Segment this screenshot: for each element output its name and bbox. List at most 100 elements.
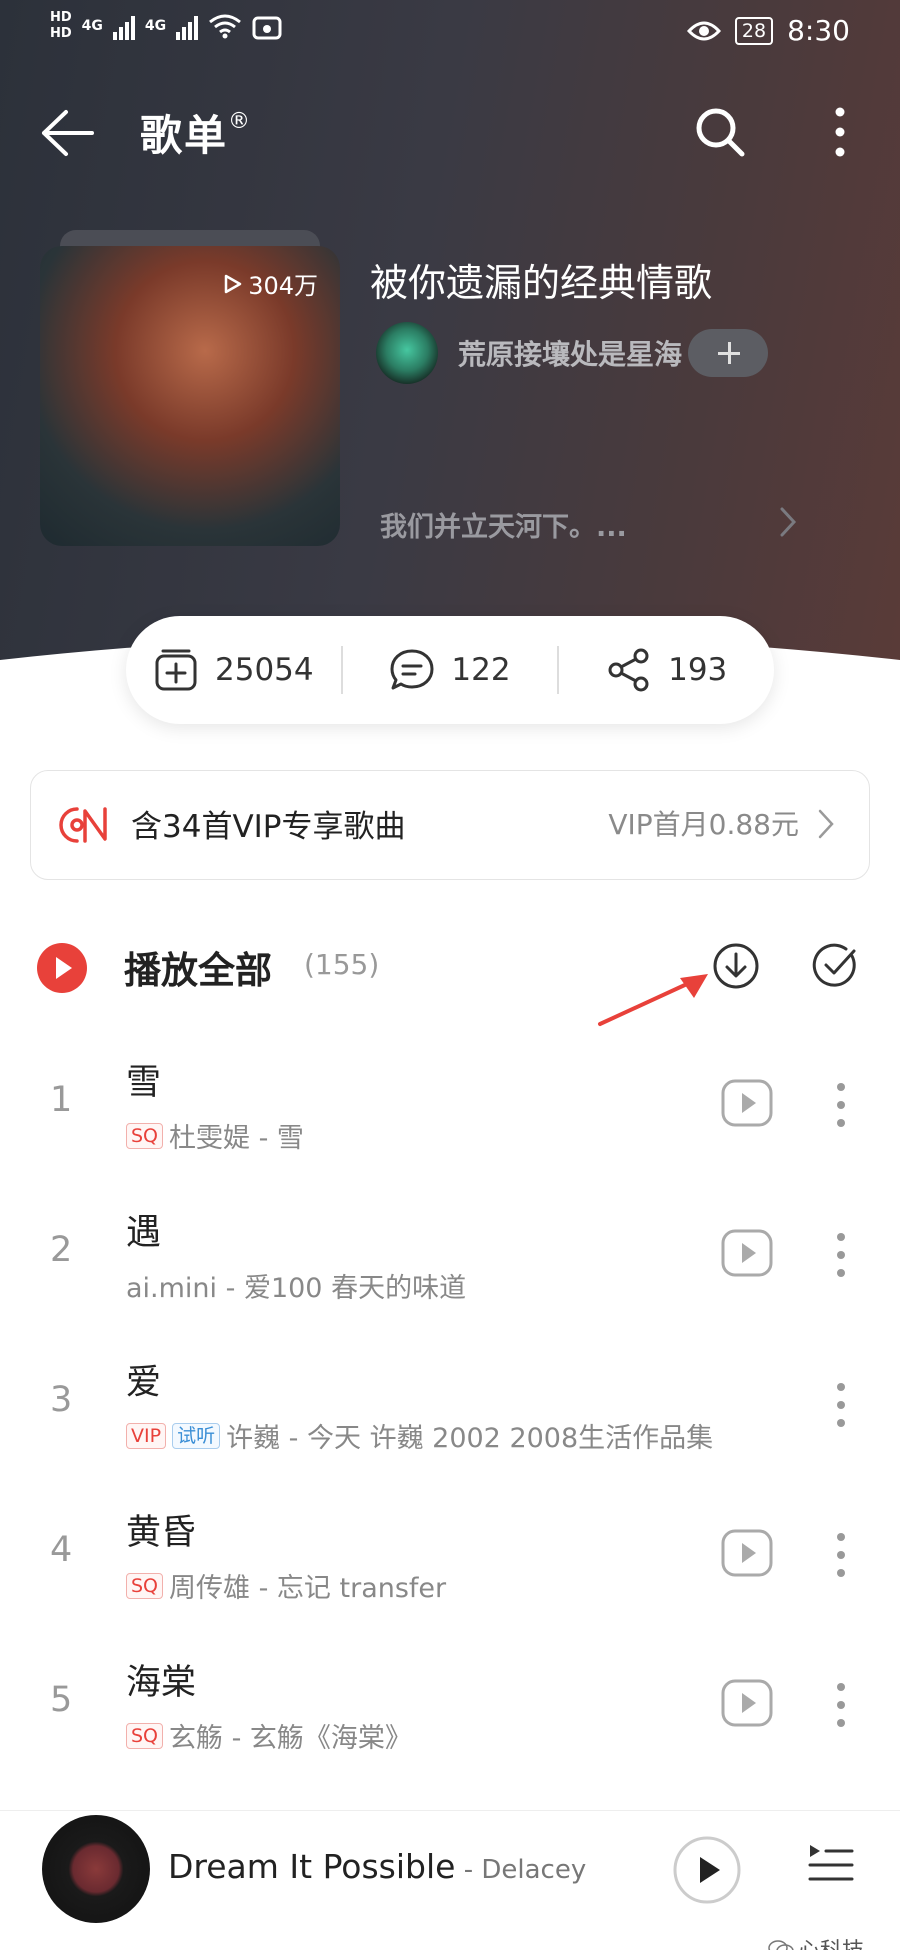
now-playing-title: Dream It Possible (168, 1847, 456, 1886)
song-title: 海棠 (126, 1663, 197, 1703)
comment-icon (390, 649, 434, 690)
more-options-icon[interactable] (820, 104, 860, 160)
mini-player[interactable]: Dream It Possible - Delacey 心科技 (0, 1810, 900, 1950)
song-title: 爱 (126, 1363, 162, 1403)
song-artist-album: 许巍 - 今天 许巍 2002 2008生活作品集 (226, 1423, 714, 1454)
song-artist-album: 杜雯媞 - 雪 (169, 1123, 304, 1154)
play-count: 304万 (224, 266, 318, 301)
battery-indicator: 28 (734, 16, 774, 45)
network-type-2: 4G (144, 18, 167, 34)
page-title: 歌单® (140, 109, 253, 160)
play-count-value: 304万 (248, 272, 318, 300)
watermark: 心科技 (768, 1933, 864, 1950)
song-row[interactable]: 4 黄昏 SQ 周传雄 - 忘记 transfer (0, 1480, 900, 1630)
song-count: (155) (304, 948, 380, 981)
song-meta: ai.mini - 爱100 春天的味道 (126, 1266, 466, 1305)
song-row[interactable]: 2 遇 ai.mini - 爱100 春天的味道 (0, 1180, 900, 1330)
follow-button[interactable] (688, 329, 769, 377)
collect-count: 25054 (215, 652, 314, 688)
vip-badge: VIP (126, 1422, 167, 1449)
search-icon[interactable] (692, 104, 748, 160)
mv-play-icon[interactable] (720, 1678, 774, 1728)
share-icon (608, 648, 649, 692)
trial-badge: 试听 (172, 1422, 221, 1449)
clock: 8:30 (787, 14, 850, 47)
status-bar-right: 28 8:30 (686, 14, 850, 47)
play-all-button[interactable]: 播放全部 (124, 940, 272, 994)
multi-select-icon[interactable] (812, 942, 860, 990)
title-bar: 歌单® (0, 90, 900, 170)
vip-price: VIP首月0.88元 (608, 808, 799, 841)
sq-badge: SQ (126, 1122, 164, 1149)
now-playing-disc[interactable] (42, 1815, 150, 1923)
creator-name[interactable]: 荒原接壤处是星海 (458, 333, 682, 373)
song-title: 遇 (126, 1213, 162, 1253)
song-index: 4 (50, 1530, 73, 1570)
wifi-icon (209, 14, 242, 39)
song-index: 5 (50, 1680, 73, 1720)
song-title: 雪 (126, 1063, 162, 1103)
comments-button[interactable]: 122 (343, 616, 558, 724)
song-artist-album: ai.mini - 爱100 春天的味道 (126, 1273, 467, 1304)
eye-comfort-icon (686, 21, 721, 40)
creator-row[interactable]: 荒原接壤处是星海 (376, 322, 769, 384)
stats-bar: 25054 122 193 (126, 616, 774, 724)
song-artist-album: 玄觞 - 玄觞《海棠》 (169, 1723, 412, 1754)
download-icon[interactable] (712, 942, 760, 990)
play-button-icon[interactable] (672, 1835, 742, 1905)
mv-play-icon[interactable] (720, 1228, 774, 1278)
signal-icon-2 (176, 12, 199, 40)
song-index: 2 (50, 1230, 73, 1270)
add-to-favorites-icon (155, 649, 197, 691)
vip-banner-text: 含34首VIP专享歌曲 (131, 809, 406, 845)
song-more-icon[interactable] (826, 1228, 856, 1282)
now-playing-info[interactable]: Dream It Possible - Delacey (168, 1847, 586, 1886)
song-index: 3 (50, 1380, 73, 1420)
play-all-icon[interactable] (36, 942, 88, 994)
back-arrow-icon[interactable] (40, 108, 96, 158)
song-row[interactable]: 3 爱 VIP 试听 许巍 - 今天 许巍 2002 2008生活作品集 (0, 1330, 900, 1480)
song-artist-album: 周传雄 - 忘记 transfer (169, 1573, 447, 1604)
song-more-icon[interactable] (826, 1378, 856, 1432)
chevron-right-icon[interactable] (778, 505, 798, 539)
sq-badge: SQ (126, 1572, 164, 1599)
song-more-icon[interactable] (826, 1078, 856, 1132)
playlist-cover[interactable]: 304万 (40, 230, 340, 550)
song-meta: VIP 试听 许巍 - 今天 许巍 2002 2008生活作品集 (126, 1416, 713, 1455)
sq-badge: SQ (126, 1722, 164, 1749)
playlist-name: 被你遗漏的经典情歌 (370, 261, 713, 305)
play-outline-icon (224, 274, 242, 293)
vip-banner[interactable]: 含34首VIP专享歌曲 VIP首月0.88元 (30, 770, 870, 880)
creator-avatar[interactable] (376, 322, 438, 384)
song-meta: SQ 玄觞 - 玄觞《海棠》 (126, 1716, 412, 1755)
vip-logo-icon (59, 807, 107, 843)
comment-count: 122 (451, 652, 511, 688)
song-row[interactable]: 1 雪 SQ 杜雯媞 - 雪 (0, 1030, 900, 1180)
song-title: 黄昏 (126, 1513, 197, 1553)
playlist-queue-icon[interactable] (806, 1841, 854, 1889)
cover-image: 304万 (40, 246, 340, 546)
hd-indicator: HD HD (50, 10, 72, 41)
song-meta: SQ 周传雄 - 忘记 transfer (126, 1566, 446, 1605)
share-button[interactable]: 193 (559, 616, 774, 724)
annotation-arrow (598, 974, 708, 1026)
wechat-icon (768, 1940, 794, 1950)
song-list: 1 雪 SQ 杜雯媞 - 雪 2 遇 ai.mini - 爱100 春天的味道 … (0, 1030, 900, 1780)
song-row[interactable]: 5 海棠 SQ 玄觞 - 玄觞《海棠》 (0, 1630, 900, 1780)
song-more-icon[interactable] (826, 1678, 856, 1732)
collect-button[interactable]: 25054 (126, 616, 341, 724)
network-type: 4G (81, 18, 103, 34)
mv-play-icon[interactable] (720, 1078, 774, 1128)
status-bar: HD HD 4G 4G 28 8:30 (0, 0, 900, 70)
app-notification-icon (252, 16, 282, 40)
song-more-icon[interactable] (826, 1528, 856, 1582)
signal-icon (112, 12, 135, 40)
playlist-description[interactable]: 我们并立天河下。... (380, 505, 627, 544)
play-all-row: 播放全部 (155) (0, 920, 900, 1010)
mv-play-icon[interactable] (720, 1528, 774, 1578)
watermark-text: 心科技 (798, 1933, 864, 1950)
song-meta: SQ 杜雯媞 - 雪 (126, 1116, 304, 1155)
status-bar-left: HD HD 4G 4G (50, 10, 282, 42)
now-playing-artist: - Delacey (455, 1855, 587, 1885)
song-index: 1 (50, 1080, 73, 1120)
